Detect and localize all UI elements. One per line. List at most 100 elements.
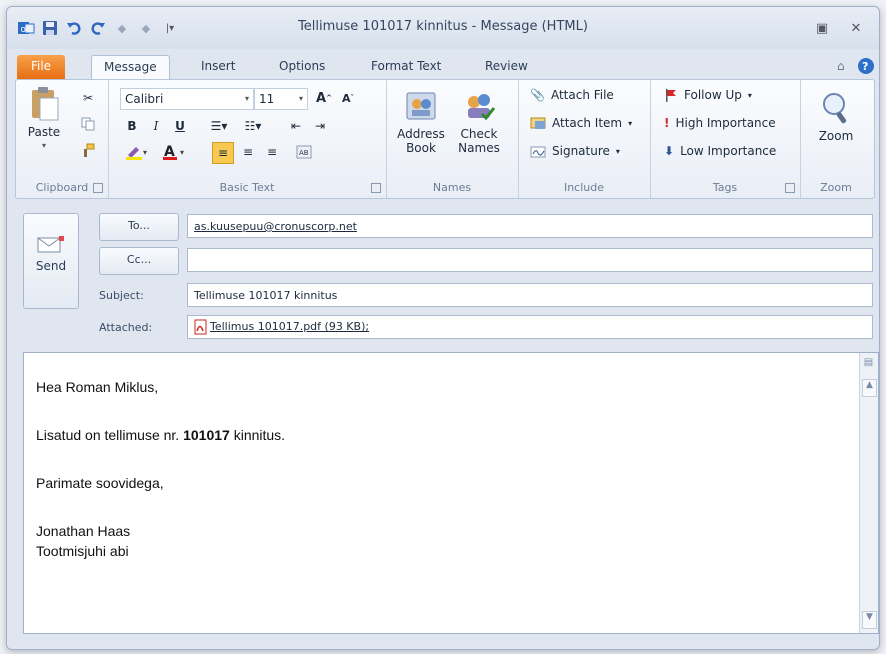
content-prefix: Lisatud on tellimuse nr. (36, 427, 184, 443)
paste-button[interactable]: Paste ▾ (22, 86, 66, 153)
high-importance-label: High Importance (675, 116, 776, 130)
follow-up-label: Follow Up (684, 88, 742, 102)
title-bar: o ◆ ◆ |▾ Tellimuse 101017 kinnitus - Mes… (7, 7, 879, 49)
signature-label: Signature (552, 144, 610, 158)
zoom-button[interactable]: Zoom (810, 90, 862, 143)
align-right-icon[interactable]: ≡ (262, 142, 282, 162)
flag-icon (666, 89, 676, 102)
scroll-up-icon[interactable]: ▲ (862, 379, 877, 397)
cc-button[interactable]: Cc... (99, 247, 179, 275)
attach-file-button[interactable]: 📎 Attach File (530, 88, 614, 102)
grow-font-icon[interactable]: A ^ (314, 88, 334, 108)
clipboard-group: Paste ▾ ✂ Clipboard (16, 80, 109, 198)
chevron-down-icon: ▾ (298, 94, 303, 103)
attachment-link[interactable]: Tellimus 101017.pdf (93 KB); (210, 315, 369, 339)
chevron-down-icon: ▾ (628, 118, 633, 128)
shrink-font-icon[interactable]: Aˇ (338, 88, 358, 108)
format-painter-icon[interactable] (78, 140, 98, 160)
zoom-group-label: Zoom (820, 181, 852, 194)
font-name-combo[interactable]: Calibri ▾ (120, 88, 254, 110)
subject-field[interactable]: Tellimuse 101017 kinnitus (187, 283, 873, 307)
names-group-label: Names (432, 181, 472, 194)
attach-file-label: Attach File (550, 88, 614, 102)
copy-icon[interactable] (78, 114, 98, 134)
attached-label: Attached: (99, 321, 153, 334)
status-bar (7, 635, 879, 649)
signature-title: Tootmisjuhi abi (36, 543, 129, 559)
pdf-icon (194, 319, 207, 335)
to-field[interactable]: as.kuusepuu@cronuscorp.net (187, 214, 873, 238)
italic-button[interactable]: I (146, 116, 166, 136)
include-group: 📎 Attach File Attach Item ▾ Signature ▾ … (518, 80, 651, 198)
vertical-scrollbar[interactable]: ▤ ▲ ▼ (859, 353, 878, 633)
align-left-icon[interactable]: ≡ (212, 142, 234, 164)
ruler-toggle-icon[interactable]: ▤ (862, 357, 875, 373)
basic-text-dialog-launcher-icon[interactable] (371, 183, 381, 193)
tab-options[interactable]: Options (267, 55, 337, 79)
scroll-down-icon[interactable]: ▼ (862, 611, 877, 629)
svg-text:AB: AB (299, 149, 309, 157)
signature-name: Jonathan Haas (36, 523, 131, 539)
message-body[interactable]: Hea Roman Miklus, Lisatud on tellimuse n… (23, 352, 879, 634)
address-book-label-line1: Address (397, 127, 445, 141)
attach-item-button[interactable]: Attach Item ▾ (530, 116, 632, 130)
svg-text:?: ? (862, 60, 868, 73)
font-name-value: Calibri (125, 92, 164, 106)
tab-file[interactable]: File (17, 55, 65, 79)
send-label: Send (35, 259, 67, 273)
zoom-group: Zoom Zoom (800, 80, 872, 198)
subject-label: Subject: (99, 289, 144, 302)
decrease-indent-icon[interactable]: ⇤ (286, 116, 306, 136)
address-book-button[interactable]: Address Book (394, 90, 448, 155)
restore-window-icon[interactable]: ▣ (811, 19, 833, 37)
high-importance-button[interactable]: ! High Importance (664, 116, 776, 130)
greeting-line: Hea Roman Miklus, (36, 379, 159, 395)
tab-insert[interactable]: Insert (189, 55, 247, 79)
align-center-icon[interactable]: ≡ (238, 142, 258, 162)
attach-item-label: Attach Item (552, 116, 623, 130)
help-icon[interactable]: ? (845, 55, 879, 79)
cut-icon[interactable]: ✂ (78, 88, 98, 108)
font-size-combo[interactable]: 11 ▾ (254, 88, 308, 110)
underline-button[interactable]: U (170, 116, 190, 136)
close-icon[interactable]: ✕ (845, 19, 867, 37)
spelling-icon[interactable]: AB (294, 142, 314, 162)
low-importance-label: Low Importance (680, 144, 777, 158)
numbering-icon[interactable]: ☷▾ (238, 116, 268, 136)
low-importance-button[interactable]: ⬇ Low Importance (664, 144, 776, 158)
closing-line: Parimate soovidega, (36, 475, 164, 491)
clipboard-dialog-launcher-icon[interactable] (93, 183, 103, 193)
paste-label: Paste (27, 125, 61, 139)
include-group-label: Include (563, 181, 605, 194)
paste-icon (32, 87, 59, 121)
tab-message[interactable]: Message (91, 55, 170, 81)
to-button[interactable]: To... (99, 213, 179, 241)
ribbon: Paste ▾ ✂ Clipboard Calibri ▾ 11 ▾ A ^ A… (15, 79, 875, 199)
content-suffix: kinnitus. (229, 427, 286, 443)
paperclip-icon: 📎 (530, 88, 545, 102)
follow-up-button[interactable]: Follow Up ▾ (664, 88, 752, 102)
tab-format-text[interactable]: Format Text (359, 55, 453, 79)
message-body-text: Hea Roman Miklus, Lisatud on tellimuse n… (36, 377, 285, 561)
attach-item-icon (530, 117, 546, 129)
tab-review[interactable]: Review (473, 55, 540, 79)
signature-button[interactable]: Signature ▾ (530, 144, 620, 158)
address-book-label-line2: Book (406, 141, 436, 155)
increase-indent-icon[interactable]: ⇥ (310, 116, 330, 136)
ribbon-tabs: File Message Insert Options Format Text … (7, 49, 879, 81)
tags-dialog-launcher-icon[interactable] (785, 183, 795, 193)
check-names-label-line2: Names (458, 141, 500, 155)
send-button[interactable]: Send (23, 213, 79, 309)
basic-text-group: Calibri ▾ 11 ▾ A ^ Aˇ B I U ☰▾ ☷▾ ⇤ ⇥ ▾ A… (108, 80, 387, 198)
attachment-field[interactable]: Tellimus 101017.pdf (93 KB); (187, 315, 873, 339)
bold-button[interactable]: B (122, 116, 142, 136)
check-names-button[interactable]: Check Names (452, 90, 506, 155)
check-names-label-line1: Check (460, 127, 498, 141)
cc-field[interactable] (187, 248, 873, 272)
highlight-icon[interactable]: ▾ (122, 142, 152, 162)
font-size-value: 11 (259, 92, 275, 106)
bullets-icon[interactable]: ☰▾ (204, 116, 234, 136)
signature-icon (530, 146, 546, 158)
svg-text:▾: ▾ (180, 148, 184, 157)
font-color-icon[interactable]: A ▾ (160, 142, 190, 162)
